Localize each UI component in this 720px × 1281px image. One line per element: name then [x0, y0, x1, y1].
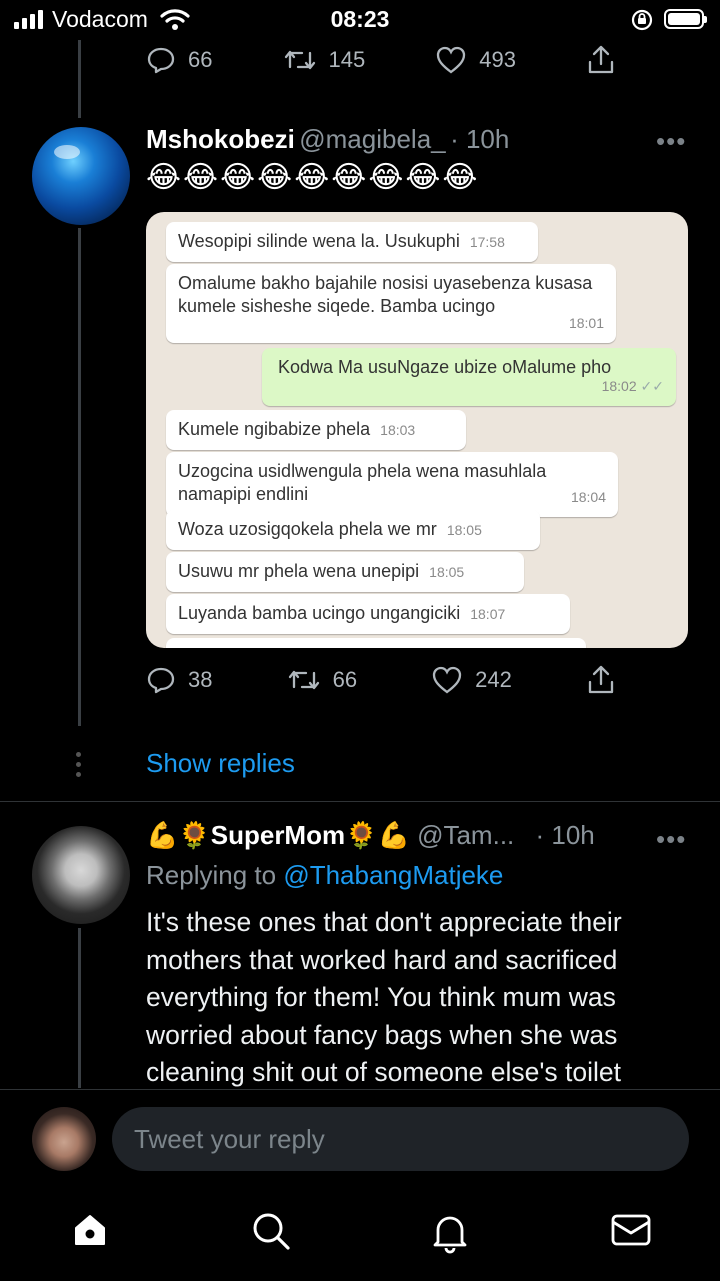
reply-count: 38: [188, 667, 213, 692]
display-name[interactable]: Mshokobezi: [146, 124, 295, 154]
name-emoji-suffix: 🌻💪: [345, 820, 410, 850]
timestamp: · 10h: [450, 124, 510, 154]
reply-button[interactable]: 66: [146, 45, 212, 75]
status-bar: Vodacom 08:23: [0, 0, 720, 40]
show-replies-link[interactable]: Show replies: [146, 748, 295, 779]
display-name[interactable]: SuperMom: [211, 820, 345, 850]
replying-to-handle[interactable]: @ThabangMatjeke: [283, 860, 503, 890]
reply-button[interactable]: 38: [146, 665, 212, 695]
like-count: 242: [475, 667, 512, 692]
more-options-button[interactable]: •••: [656, 824, 686, 855]
avatar[interactable]: [32, 826, 130, 924]
messages-icon: [611, 1214, 651, 1246]
reply-count: 66: [188, 47, 213, 72]
heart-icon: [437, 46, 466, 74]
nav-home[interactable]: [70, 1210, 110, 1255]
name-emoji-prefix: 💪🌻: [146, 820, 211, 850]
nav-messages[interactable]: [610, 1210, 652, 1255]
chat-bubble: Kumele ngibabize phela 18:03: [166, 410, 466, 450]
chat-bubble: Wesopipi silinde wena la. Usukuphi 17:58: [166, 222, 538, 262]
handle[interactable]: @magibela_: [299, 124, 445, 154]
retweet-count: 145: [328, 47, 366, 72]
reply-input[interactable]: Tweet your reply: [112, 1107, 689, 1171]
status-time: 08:23: [330, 6, 390, 32]
like-count: 493: [479, 47, 516, 72]
chat-bubble: Woza uzosigqokela phela we mr 18:05: [166, 510, 540, 550]
like-button[interactable]: 242: [431, 665, 512, 695]
share-button[interactable]: [586, 664, 616, 696]
tweet-image[interactable]: Wesopipi silinde wena la. Usukuphi 17:58…: [146, 212, 688, 648]
retweet-icon: [288, 670, 319, 690]
more-options-button[interactable]: •••: [656, 126, 686, 157]
more-replies-dots-icon: [76, 752, 82, 777]
notifications-icon: [433, 1216, 467, 1254]
tweet-text: 😂😂😂😂😂😂😂😂😂: [146, 161, 480, 194]
reply-icon: [147, 47, 175, 74]
thread-line: [78, 228, 81, 726]
divider: [0, 801, 720, 802]
avatar[interactable]: [32, 127, 130, 225]
retweet-count: 66: [332, 667, 358, 692]
share-icon: [588, 45, 614, 74]
home-icon: [75, 1215, 105, 1245]
retweet-button[interactable]: 145: [283, 45, 366, 75]
thread-line: [78, 40, 81, 118]
like-button[interactable]: 493: [435, 45, 516, 75]
tweet-header: Mshokobezi @magibela_ · 10h: [146, 124, 509, 155]
share-icon: [588, 665, 614, 694]
replying-to: Replying to @ThabangMatjeke: [146, 860, 504, 890]
chat-bubble-outgoing: Kodwa Ma usuNgaze ubize oMalume pho 18:0…: [262, 348, 676, 406]
reply-icon: [147, 667, 175, 694]
retweet-icon: [284, 50, 315, 70]
chat-bubble: [166, 638, 586, 648]
chat-bubble: Omalume bakho bajahile nosisi uyasebenza…: [166, 264, 616, 343]
chat-bubble: Usuwu mr phela wena unepipi 18:05: [166, 552, 524, 592]
tweet-text: It's these ones that don't appreciate th…: [146, 907, 622, 1087]
retweet-button[interactable]: 66: [287, 665, 357, 695]
battery-icon: [664, 9, 707, 29]
chat-bubble: Luyanda bamba ucingo ungangiciki 18:07: [166, 594, 570, 634]
thread-line: [78, 928, 81, 1088]
nav-notifications[interactable]: [430, 1210, 470, 1259]
rotation-lock-icon: [631, 9, 653, 31]
nav-search[interactable]: [250, 1210, 292, 1257]
user-avatar[interactable]: [32, 1107, 96, 1171]
chat-bubble: Uzogcina usidlwengula phela wena masuhla…: [166, 452, 618, 517]
heart-icon: [433, 666, 462, 694]
search-icon: [253, 1213, 290, 1250]
handle[interactable]: @Tam...: [417, 820, 514, 850]
tweet-header: 💪🌻SuperMom🌻💪 @Tam... · 10h: [146, 820, 595, 851]
tweet-actions: 38 66 242: [146, 664, 616, 696]
share-button[interactable]: [586, 44, 616, 76]
double-check-icon: ✓✓: [640, 378, 664, 394]
prev-tweet-actions: 66 145 493: [146, 44, 616, 76]
timestamp: · 10h: [535, 820, 595, 850]
